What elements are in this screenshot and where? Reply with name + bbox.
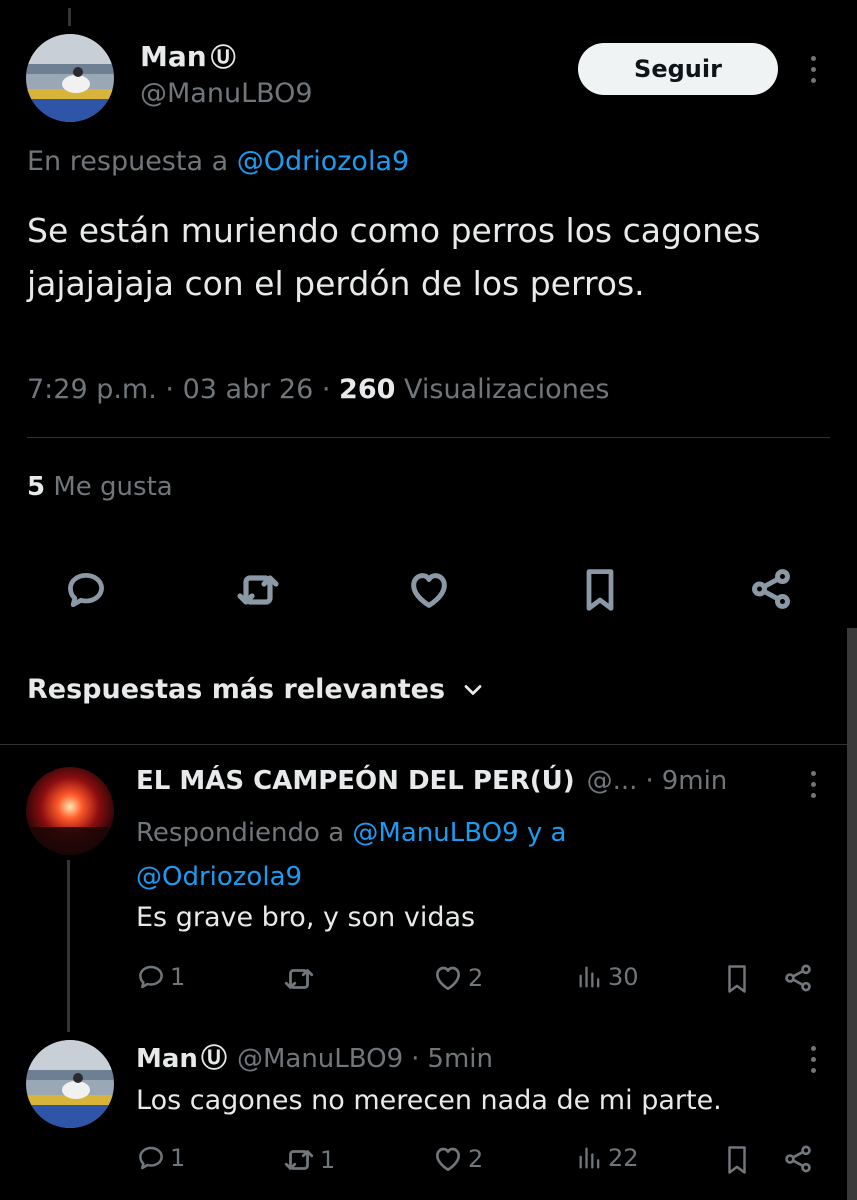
thread-line — [67, 860, 70, 1032]
tweet-meta: 7:29 p.m. · 03 abr 26 · 260 Visualizacio… — [27, 374, 610, 405]
replies-sort-dropdown[interactable]: Respuestas más relevantes — [27, 674, 487, 705]
share-icon[interactable] — [748, 566, 794, 612]
reply-author-handle[interactable]: @ManuLBO9 — [237, 1044, 403, 1074]
scrollbar[interactable] — [847, 628, 857, 1200]
divider — [27, 437, 830, 438]
verified-badge-icon: Ⓤ — [210, 43, 236, 72]
views-icon — [576, 1143, 604, 1173]
replying-to: Respondiendo a @ManuLBO9 y a @Odriozola9 — [136, 811, 696, 899]
reply-icon — [136, 1143, 166, 1173]
reply-author-name[interactable]: EL MÁS CAMPEÓN DEL PER(Ú) — [136, 766, 575, 796]
reply-prefix: En respuesta a — [27, 146, 229, 177]
more-options-icon[interactable] — [811, 771, 816, 804]
views-icon — [576, 962, 604, 992]
likes-label: Me gusta — [53, 472, 173, 502]
reply-reply-button[interactable]: 1 — [136, 962, 185, 992]
reply-author-name[interactable]: Man — [136, 1044, 198, 1074]
replying-to-link[interactable]: @Odriozola9 — [136, 862, 302, 892]
thread-line-top — [68, 8, 71, 26]
reply-views-button[interactable]: 30 — [576, 962, 639, 992]
divider — [0, 744, 857, 745]
reply-like-button[interactable]: 2 — [432, 1143, 483, 1175]
share-icon[interactable] — [782, 962, 814, 994]
like-count: 2 — [468, 964, 484, 992]
reply-author-handle[interactable]: @... — [587, 766, 638, 796]
reply-avatar[interactable] — [26, 1040, 114, 1128]
like-icon[interactable] — [406, 567, 452, 613]
like-icon — [432, 1143, 464, 1175]
like-icon — [432, 962, 464, 994]
separator-dot: · — [411, 1044, 420, 1074]
views-count: 22 — [608, 1144, 639, 1172]
reply-reply-button[interactable]: 1 — [136, 1143, 185, 1173]
follow-button-label: Seguir — [634, 55, 722, 83]
reply-count: 1 — [170, 1144, 186, 1172]
reply-text: Los cagones no merecen nada de mi parte. — [136, 1085, 722, 1116]
like-count: 2 — [468, 1145, 484, 1173]
replying-and: y a — [526, 818, 567, 848]
views-count: 30 — [608, 963, 639, 991]
verified-badge-icon: Ⓤ — [200, 1044, 227, 1074]
author-avatar[interactable] — [26, 34, 114, 122]
likes-summary[interactable]: 5 Me gusta — [27, 472, 173, 502]
reply-like-button[interactable]: 2 — [432, 962, 483, 994]
bookmark-icon[interactable] — [578, 566, 622, 614]
bookmark-icon[interactable] — [722, 962, 752, 996]
author-name[interactable]: Man — [140, 40, 207, 73]
replying-prefix: Respondiendo a — [136, 818, 345, 848]
bookmark-icon[interactable] — [722, 1143, 752, 1177]
tweet-date[interactable]: 03 abr 26 — [183, 374, 314, 405]
chevron-down-icon — [459, 676, 487, 704]
likes-count: 5 — [27, 472, 46, 502]
retweet-icon — [282, 962, 316, 996]
more-options-icon[interactable] — [811, 1046, 816, 1079]
reply-icon — [136, 962, 166, 992]
reply-views-button[interactable]: 22 — [576, 1143, 639, 1173]
reply-text: Es grave bro, y son vidas — [136, 902, 476, 933]
views-label: Visualizaciones — [404, 374, 610, 405]
more-options-icon[interactable] — [811, 56, 816, 89]
reply-time[interactable]: 5min — [427, 1044, 493, 1074]
author-handle[interactable]: @ManuLBO9 — [140, 78, 313, 109]
replies-sort-label: Respuestas más relevantes — [27, 674, 446, 705]
follow-button[interactable]: Seguir — [578, 43, 778, 95]
views-count: 260 — [339, 374, 396, 405]
reply-retweet-button[interactable] — [282, 962, 320, 996]
tweet-text: Se están muriendo como perros los cagone… — [27, 211, 761, 303]
reply-icon[interactable] — [64, 568, 108, 612]
reply-avatar[interactable] — [26, 767, 114, 855]
replying-to-link[interactable]: @ManuLBO9 — [352, 818, 518, 848]
retweet-icon — [282, 1143, 316, 1177]
retweet-count: 1 — [320, 1146, 336, 1174]
reply-context: En respuesta a @Odriozola9 — [27, 146, 409, 177]
separator-dot: · — [645, 766, 654, 796]
reply-count: 1 — [170, 963, 186, 991]
retweet-icon[interactable] — [234, 566, 282, 614]
reply-retweet-button[interactable]: 1 — [282, 1143, 335, 1177]
share-icon[interactable] — [782, 1143, 814, 1175]
reply-time[interactable]: 9min — [662, 766, 728, 796]
tweet-time[interactable]: 7:29 p.m. — [27, 374, 157, 405]
reply-to-link[interactable]: @Odriozola9 — [237, 146, 409, 177]
